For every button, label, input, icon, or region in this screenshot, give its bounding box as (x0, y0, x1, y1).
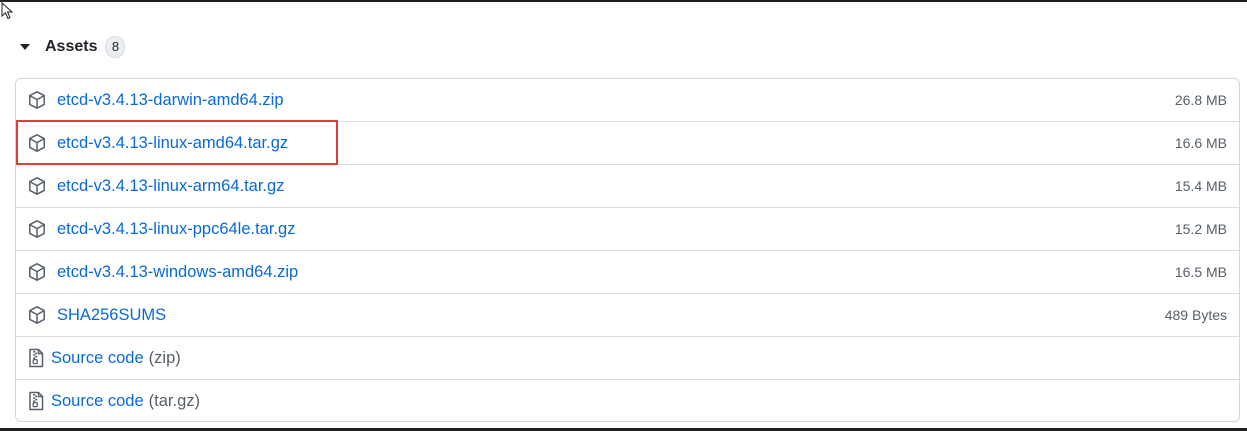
asset-row: etcd-v3.4.13-darwin-amd64.zip 26.8 MB (16, 79, 1239, 121)
package-icon (29, 177, 45, 195)
asset-link[interactable]: etcd-v3.4.13-windows-amd64.zip (57, 263, 298, 282)
asset-link[interactable]: etcd-v3.4.13-linux-arm64.tar.gz (57, 177, 284, 196)
asset-size: 16.5 MB (1174, 264, 1227, 280)
asset-size: 15.2 MB (1174, 221, 1227, 237)
asset-row: etcd-v3.4.13-linux-arm64.tar.gz 15.4 MB (16, 164, 1239, 207)
assets-toggle[interactable]: Assets 8 (16, 34, 126, 60)
source-code-row: Source code (zip) (16, 336, 1239, 379)
mouse-cursor-icon (1, 2, 14, 20)
source-code-zip-link[interactable]: Source code (zip) (51, 349, 181, 368)
asset-link[interactable]: etcd-v3.4.13-linux-amd64.tar.gz (57, 134, 288, 153)
asset-link[interactable]: SHA256SUMS (57, 306, 166, 325)
package-icon (29, 91, 45, 109)
assets-count-badge: 8 (105, 36, 126, 58)
asset-row: etcd-v3.4.13-windows-amd64.zip 16.5 MB (16, 250, 1239, 293)
source-code-label: Source code (51, 348, 144, 367)
asset-link[interactable]: etcd-v3.4.13-darwin-amd64.zip (57, 91, 284, 110)
package-icon (29, 220, 45, 238)
asset-row: etcd-v3.4.13-linux-ppc64le.tar.gz 15.2 M… (16, 207, 1239, 250)
file-zip-icon (29, 348, 44, 368)
source-code-suffix: (zip) (148, 348, 181, 367)
package-icon (29, 306, 45, 324)
source-code-tar-gz-link[interactable]: Source code (tar.gz) (51, 392, 200, 411)
asset-size: 489 Bytes (1164, 307, 1227, 323)
asset-row: etcd-v3.4.13-linux-amd64.tar.gz 16.6 MB (16, 121, 1239, 164)
asset-size: 16.6 MB (1174, 135, 1227, 151)
asset-size: 26.8 MB (1174, 92, 1227, 108)
caret-down-icon (20, 44, 30, 50)
asset-link[interactable]: etcd-v3.4.13-linux-ppc64le.tar.gz (57, 220, 295, 239)
source-code-suffix: (tar.gz) (148, 391, 201, 410)
file-zip-icon (29, 391, 44, 411)
package-icon (29, 263, 45, 281)
screenshot-frame: Assets 8 etcd-v3.4.13-darwin-amd64.zip 2… (0, 0, 1247, 431)
package-icon (29, 134, 45, 152)
assets-title: Assets (45, 38, 98, 55)
asset-size: 15.4 MB (1174, 178, 1227, 194)
assets-list: etcd-v3.4.13-darwin-amd64.zip 26.8 MB et… (15, 78, 1240, 422)
asset-row: SHA256SUMS 489 Bytes (16, 293, 1239, 336)
source-code-label: Source code (51, 391, 144, 410)
source-code-row: Source code (tar.gz) (16, 379, 1239, 421)
